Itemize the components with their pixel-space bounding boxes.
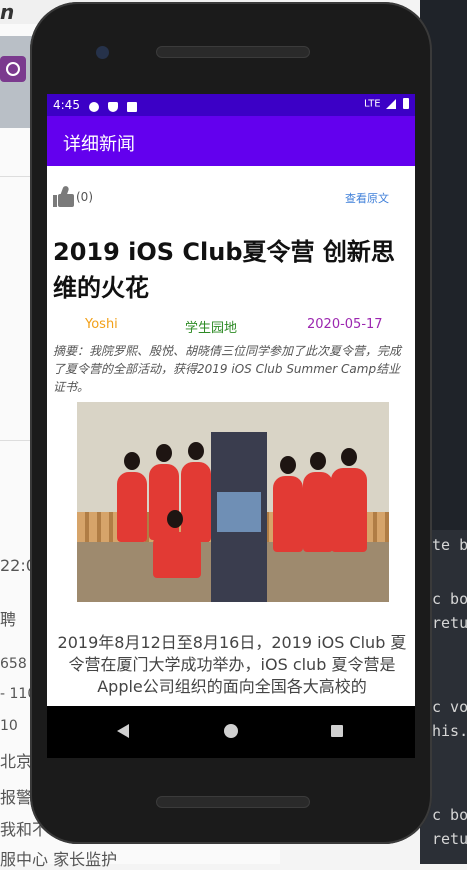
article-content[interactable]: (0) 查看原文 2019 iOS Club夏令营 创新思维的火花 Yoshi …	[47, 166, 415, 706]
speaker-grille	[156, 796, 310, 808]
signal-icon	[385, 98, 396, 109]
article-title: 2019 iOS Club夏令营 创新思维的火花	[53, 238, 395, 302]
background-badge-icon	[0, 56, 26, 82]
status-icons-right: LTE	[364, 98, 409, 110]
page-title: 详细新闻	[63, 134, 135, 155]
speaker-grille	[156, 46, 310, 58]
status-time: 4:45	[53, 98, 80, 112]
code-line: retu	[432, 614, 467, 632]
view-original-link[interactable]: 查看原文	[345, 190, 389, 206]
article-author: Yoshi	[85, 317, 118, 332]
sd-card-icon	[126, 101, 137, 112]
article-body: 2019年8月12日至8月16日，2019 iOS Club 夏令营在厦门大学成…	[57, 633, 407, 696]
background-line: 服中心 家长监护	[0, 850, 118, 869]
back-icon[interactable]	[117, 724, 129, 738]
battery-icon	[403, 98, 409, 109]
status-bar: 4:45 LTE	[47, 94, 415, 116]
background-tab: 聘	[0, 610, 17, 629]
home-icon[interactable]	[224, 724, 238, 738]
code-line: c vo	[432, 698, 467, 716]
article-photo	[77, 402, 389, 602]
article-category: 学生园地	[185, 321, 238, 336]
network-type: LTE	[364, 98, 381, 110]
banner-stand	[211, 432, 267, 602]
code-line: retur	[432, 830, 467, 848]
shield-icon	[107, 101, 118, 112]
code-line: his.	[432, 722, 467, 740]
phone-screen: 4:45 LTE 详细新闻 (0) 查看原文 2019 iOS Club夏令营 …	[47, 94, 415, 758]
background-number: 10	[0, 718, 18, 734]
code-line: c bo	[432, 806, 467, 824]
code-line: te b	[432, 536, 467, 554]
code-line: c bo	[432, 590, 467, 608]
thumbs-up-icon[interactable]	[53, 185, 75, 208]
background-number: 658	[0, 656, 27, 672]
recents-icon[interactable]	[331, 725, 343, 737]
article-summary: 摘要：我院罗熙、殷悦、胡晓倩三位同学参加了此次夏令营，完成了夏令营的全部活动，获…	[53, 344, 402, 394]
background-logo: n	[0, 0, 15, 24]
camera-icon	[96, 46, 109, 59]
background-line: 报警	[0, 788, 33, 807]
article-date: 2020-05-17	[307, 317, 383, 332]
app-bar: 详细新闻	[47, 116, 415, 166]
status-icons	[89, 99, 142, 113]
like-button[interactable]: (0)	[53, 185, 93, 208]
gear-icon	[89, 101, 99, 112]
like-count: (0)	[76, 190, 93, 204]
navigation-bar	[47, 706, 415, 758]
background-line: 北京	[0, 752, 33, 771]
